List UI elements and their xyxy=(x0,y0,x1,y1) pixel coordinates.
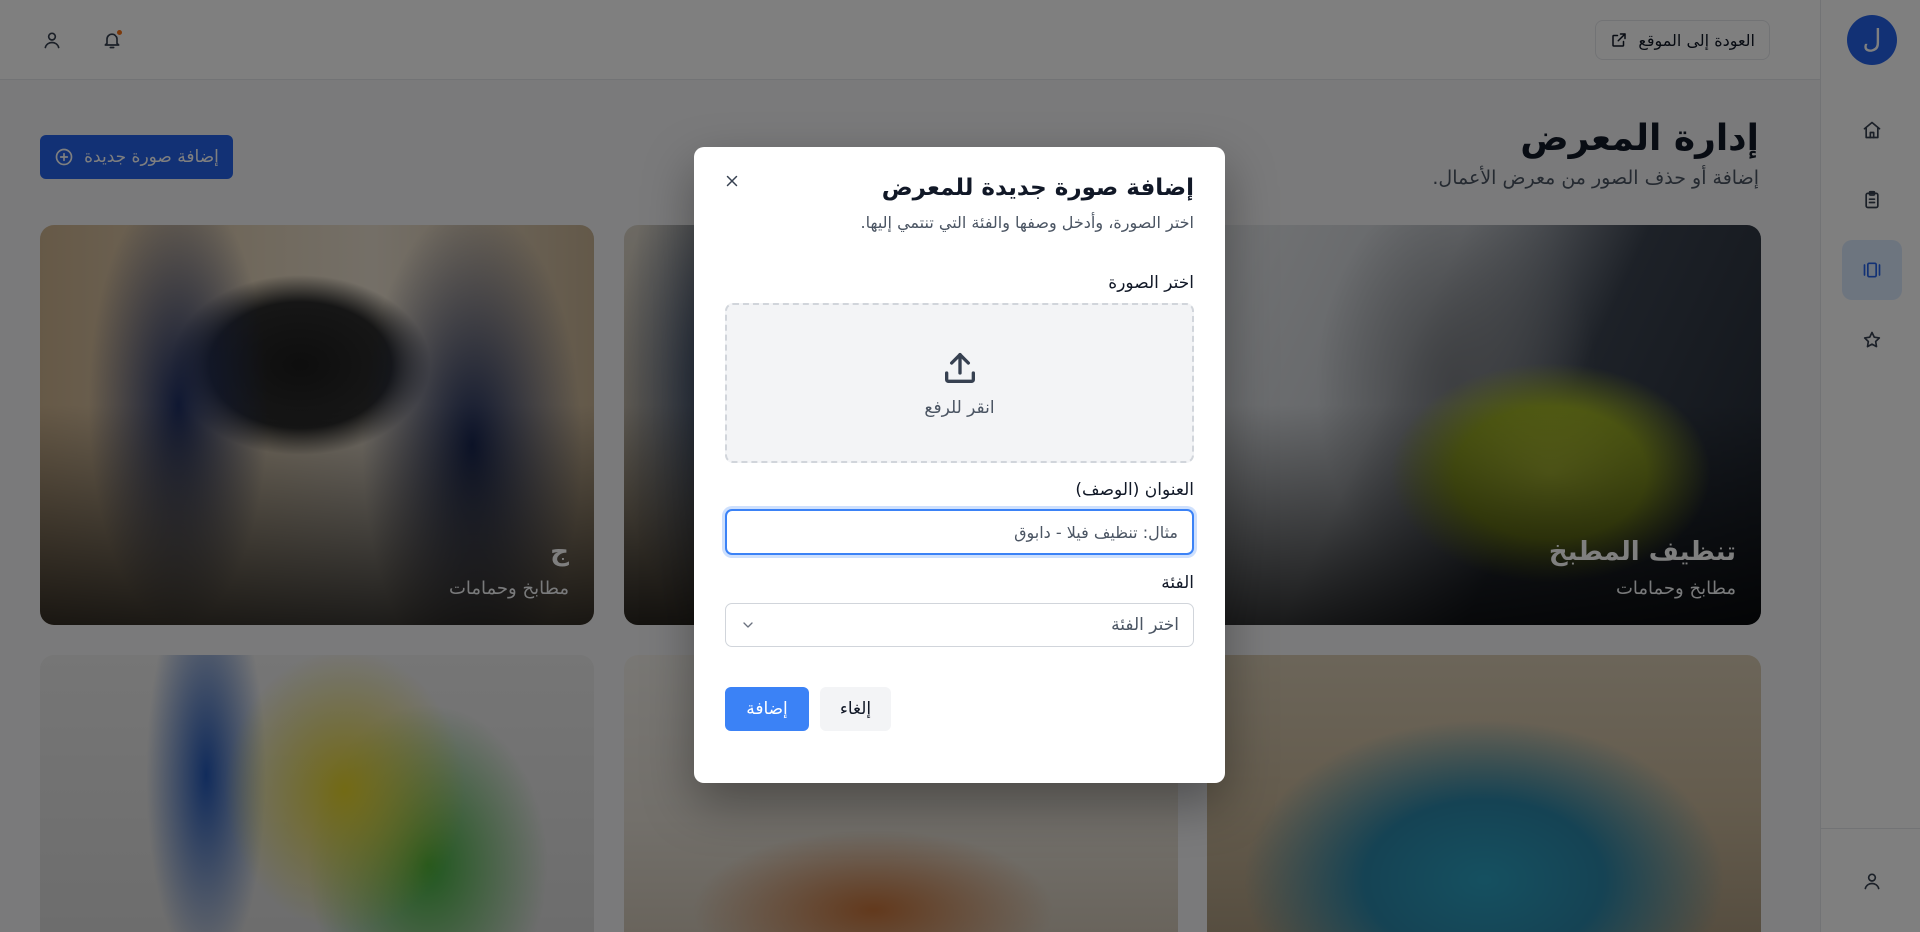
dialog-subtitle: اختر الصورة، وأدخل وصفها والفئة التي تنت… xyxy=(860,213,1195,232)
submit-label: إضافة xyxy=(746,699,788,719)
submit-button[interactable]: إضافة xyxy=(725,687,809,731)
add-image-dialog: إضافة صورة جديدة للمعرض اختر الصورة، وأد… xyxy=(694,147,1225,783)
upload-text: انقر للرفع xyxy=(924,398,995,418)
close-icon xyxy=(726,175,738,187)
dialog-title: إضافة صورة جديدة للمعرض xyxy=(881,175,1194,201)
category-field-label: الفئة xyxy=(1161,573,1194,593)
cancel-button[interactable]: إلغاء xyxy=(820,687,891,731)
title-input[interactable] xyxy=(725,509,1194,555)
image-upload-dropzone[interactable]: انقر للرفع xyxy=(725,303,1194,463)
title-field-label: العنوان (الوصف) xyxy=(1075,480,1194,500)
image-field-label: اختر الصورة xyxy=(1108,273,1194,293)
upload-icon xyxy=(944,353,975,383)
close-dialog-button[interactable] xyxy=(720,169,744,193)
cancel-label: إلغاء xyxy=(839,699,872,719)
category-select-value: اختر الفئة xyxy=(1111,615,1179,635)
chevron-down-icon xyxy=(743,622,753,628)
category-select[interactable]: اختر الفئة xyxy=(725,603,1194,647)
